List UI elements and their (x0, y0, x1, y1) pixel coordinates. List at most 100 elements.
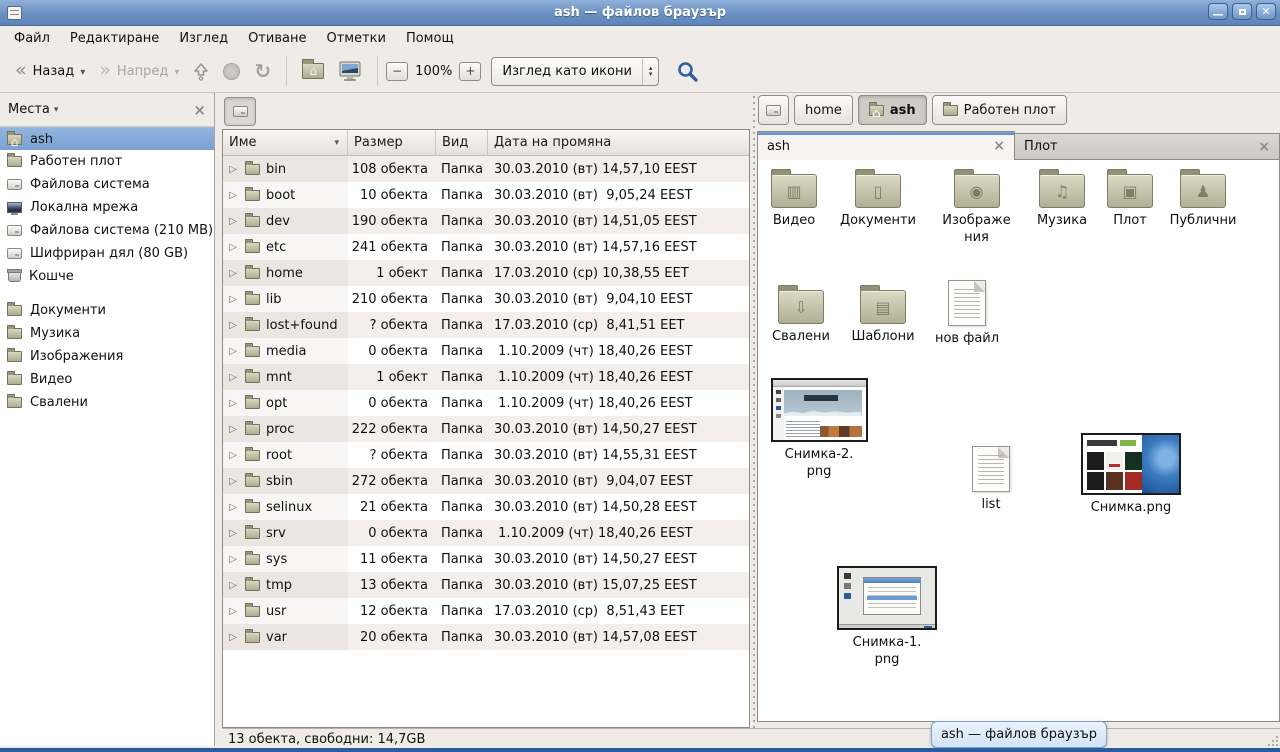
table-row[interactable]: ▷var 20 обекта Папка 30.03.2010 (вт) 14,… (223, 624, 749, 650)
table-row[interactable]: ▷proc 222 обекта Папка 30.03.2010 (вт) 1… (223, 416, 749, 442)
places-selector[interactable]: Места ▾ (8, 102, 58, 117)
sidebar-item-music[interactable]: Музика (0, 322, 214, 345)
table-row[interactable]: ▷dev 190 обекта Папка 30.03.2010 (вт) 14… (223, 208, 749, 234)
pane-splitter-handle[interactable] (750, 96, 757, 728)
icon-item-snimka-1[interactable]: Снимка-1.png (837, 566, 937, 668)
column-header-size[interactable]: Размер (348, 130, 436, 155)
icon-item-desktop[interactable]: ▣ Плот (1088, 168, 1172, 229)
expander-icon[interactable]: ▷ (227, 216, 239, 227)
table-row[interactable]: ▷bin 108 обекта Папка 30.03.2010 (вт) 14… (223, 156, 749, 182)
table-row[interactable]: ▷home 1 обект Папка 17.03.2010 (ср) 10,3… (223, 260, 749, 286)
menu-view[interactable]: Изглед (169, 28, 238, 49)
expander-icon[interactable]: ▷ (227, 372, 239, 383)
breadcrumb-root-button[interactable] (758, 95, 789, 125)
expander-icon[interactable]: ▷ (227, 398, 239, 409)
sidebar-item-encrypted-80gb[interactable]: Шифриран дял (80 GB) (0, 242, 214, 265)
table-row[interactable]: ▷srv 0 обекта Папка 1.10.2009 (чт) 18,40… (223, 520, 749, 546)
table-row[interactable]: ▷lost+found ? обекта Папка 17.03.2010 (с… (223, 312, 749, 338)
icon-item-snimka[interactable]: Снимка.png (1081, 433, 1181, 516)
expander-icon[interactable]: ▷ (227, 580, 239, 591)
table-row[interactable]: ▷lib 210 обекта Папка 30.03.2010 (вт) 9,… (223, 286, 749, 312)
icon-item-pictures[interactable]: ◉ Изображения (938, 168, 1015, 246)
breadcrumb-ash-button[interactable]: ⌂ ash (858, 95, 927, 125)
back-history-caret-icon[interactable] (80, 64, 85, 79)
breadcrumb-desktop-button[interactable]: Работен плот (932, 95, 1067, 125)
sidebar-item-downloads[interactable]: Свалени (0, 391, 214, 414)
table-row[interactable]: ▷opt 0 обекта Папка 1.10.2009 (чт) 18,40… (223, 390, 749, 416)
sidebar-item-desktop[interactable]: Работен плот (0, 150, 214, 173)
minimize-button[interactable]: — (1208, 3, 1228, 20)
expander-icon[interactable]: ▷ (227, 190, 239, 201)
breadcrumb-home-button[interactable]: home (794, 95, 853, 125)
table-row[interactable]: ▷mnt 1 обект Папка 1.10.2009 (чт) 18,40,… (223, 364, 749, 390)
view-mode-combobox[interactable]: Изглед като икони ▴▾ (491, 57, 659, 86)
icon-item-downloads[interactable]: ⇩ Свалени (759, 284, 843, 345)
tab-plot[interactable]: Плот × (1015, 133, 1280, 160)
table-row[interactable]: ▷tmp 13 обекта Папка 30.03.2010 (вт) 15,… (223, 572, 749, 598)
reload-button[interactable] (247, 55, 278, 87)
icon-item-snimka-2[interactable]: Снимка-2.png (769, 378, 869, 480)
computer-button[interactable] (331, 57, 369, 86)
expander-icon[interactable]: ▷ (227, 554, 239, 565)
maximize-button[interactable] (1232, 3, 1252, 20)
expander-icon[interactable]: ▷ (227, 528, 239, 539)
expander-icon[interactable]: ▷ (227, 294, 239, 305)
sidebar-item-pictures[interactable]: Изображения (0, 345, 214, 368)
expander-icon[interactable]: ▷ (227, 424, 239, 435)
expander-icon[interactable]: ▷ (227, 606, 239, 617)
tab-close-icon[interactable]: × (985, 138, 1005, 154)
icon-item-public[interactable]: ♟ Публични (1161, 168, 1245, 229)
menu-go[interactable]: Отиване (238, 28, 316, 49)
zoom-in-button[interactable]: + (459, 62, 481, 81)
icon-item-list[interactable]: list (949, 446, 1033, 513)
table-row[interactable]: ▷selinux 21 обекта Папка 30.03.2010 (вт)… (223, 494, 749, 520)
table-row[interactable]: ▷media 0 обекта Папка 1.10.2009 (чт) 18,… (223, 338, 749, 364)
column-header-date[interactable]: Дата на промяна (488, 130, 749, 155)
table-row[interactable]: ▷boot 10 обекта Папка 30.03.2010 (вт) 9,… (223, 182, 749, 208)
sidebar-item-filesystem-210mb[interactable]: Файлова система (210 MB) (0, 219, 214, 242)
menu-help[interactable]: Помощ (396, 28, 464, 49)
table-row[interactable]: ▷usr 12 обекта Папка 17.03.2010 (ср) 8,5… (223, 598, 749, 624)
expander-icon[interactable]: ▷ (227, 632, 239, 643)
left-pane-root-button[interactable] (224, 97, 256, 126)
menu-file[interactable]: Файл (4, 28, 60, 49)
tab-close-icon[interactable]: × (1250, 139, 1270, 155)
expander-icon[interactable]: ▷ (227, 268, 239, 279)
sidebar-item-filesystem[interactable]: Файлова система (0, 173, 214, 196)
close-button[interactable]: ✕ (1256, 3, 1276, 20)
column-header-type[interactable]: Вид (436, 130, 488, 155)
expander-icon[interactable]: ▷ (227, 320, 239, 331)
icon-item-new-file[interactable]: нов файл (925, 280, 1009, 347)
back-button[interactable]: Назад (8, 59, 92, 84)
sidebar-close-icon[interactable]: × (193, 101, 206, 119)
sidebar-item-documents[interactable]: Документи (0, 299, 214, 322)
folder-icon (7, 305, 22, 316)
icon-item-videos[interactable]: ▥ Видео (757, 168, 836, 229)
search-button[interactable] (669, 56, 706, 87)
home-button[interactable]: ⌂ (295, 59, 331, 83)
menu-edit[interactable]: Редактиране (60, 28, 169, 49)
forward-button[interactable]: Напред (92, 59, 186, 84)
sidebar-item-videos[interactable]: Видео (0, 368, 214, 391)
zoom-out-button[interactable]: − (386, 62, 408, 81)
expander-icon[interactable]: ▷ (227, 164, 239, 175)
table-row[interactable]: ▷etc 241 обекта Папка 30.03.2010 (вт) 14… (223, 234, 749, 260)
table-row[interactable]: ▷sbin 272 обекта Папка 30.03.2010 (вт) 9… (223, 468, 749, 494)
sidebar-item-network[interactable]: Локална мрежа (0, 196, 214, 219)
expander-icon[interactable]: ▷ (227, 502, 239, 513)
menu-bookmarks[interactable]: Отметки (316, 28, 395, 49)
table-row[interactable]: ▷root ? обекта Папка 30.03.2010 (вт) 14,… (223, 442, 749, 468)
expander-icon[interactable]: ▷ (227, 242, 239, 253)
up-button[interactable] (186, 58, 216, 85)
expander-icon[interactable]: ▷ (227, 346, 239, 357)
resize-grip[interactable] (1266, 734, 1278, 746)
table-row[interactable]: ▷sys 11 обекта Папка 30.03.2010 (вт) 14,… (223, 546, 749, 572)
tab-ash[interactable]: ash × (757, 131, 1015, 160)
sidebar-item-ash[interactable]: ⌂ ash (0, 127, 214, 150)
icon-item-documents[interactable]: ▯ Документи (836, 168, 920, 229)
icon-item-templates[interactable]: ▤ Шаблони (841, 284, 925, 345)
expander-icon[interactable]: ▷ (227, 476, 239, 487)
expander-icon[interactable]: ▷ (227, 450, 239, 461)
sidebar-item-trash[interactable]: Кошче (0, 265, 214, 288)
column-header-name[interactable]: Име ▾ (223, 130, 348, 155)
